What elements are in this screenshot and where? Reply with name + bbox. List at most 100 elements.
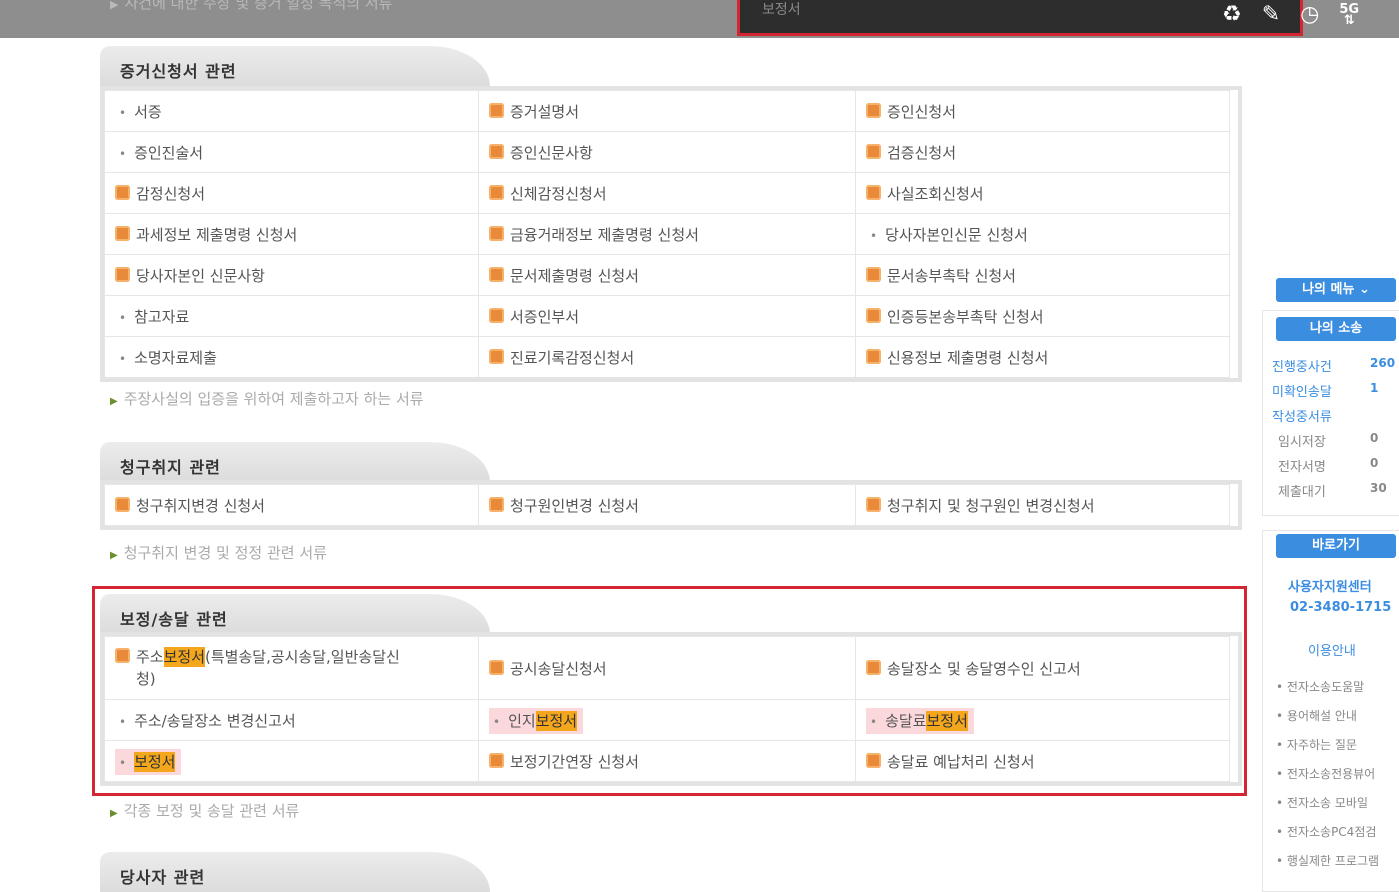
form-link-label: 당사자본인 신문사항 bbox=[136, 266, 265, 285]
guide-link[interactable]: • 전자소송 모바일 bbox=[1276, 794, 1368, 811]
document-icon bbox=[489, 184, 504, 200]
form-link[interactable]: 신체감정신청서 bbox=[478, 172, 856, 214]
stat-label[interactable]: 작성중서류 bbox=[1272, 406, 1332, 425]
bullet-icon: • bbox=[1276, 680, 1287, 694]
bullet-icon: • bbox=[119, 351, 127, 366]
form-link-label: 청구원인변경 신청서 bbox=[510, 496, 639, 515]
bullet-icon: • bbox=[1276, 796, 1287, 810]
guide-link[interactable]: • 전자소송도움말 bbox=[1276, 678, 1364, 695]
top-overlay-bar: ▶ 사건에 대한 주장 및 증거 일정 목적의 서류 보정서 ♻ ✎ ◷ 5G ⇅ bbox=[0, 0, 1399, 38]
stat-value: 0 bbox=[1370, 431, 1379, 445]
bullet-icon: • bbox=[1276, 709, 1287, 723]
document-icon bbox=[489, 496, 504, 512]
pen-icon[interactable]: ✎ bbox=[1262, 4, 1280, 26]
stat-label[interactable]: 미확인송달 bbox=[1272, 381, 1332, 400]
form-link[interactable]: 감정신청서 bbox=[104, 172, 479, 214]
form-link[interactable]: • 소명자료제출 bbox=[104, 336, 479, 378]
document-icon bbox=[866, 348, 881, 364]
form-link[interactable]: 사실조회신청서 bbox=[855, 172, 1230, 214]
guide-link-label: 행실제한 프로그램 bbox=[1286, 854, 1380, 868]
my-menu-button[interactable]: 나의 메뉴 ⌄ bbox=[1276, 278, 1396, 302]
document-icon bbox=[489, 266, 504, 282]
bullet-icon: • bbox=[1276, 825, 1287, 839]
form-link[interactable]: 진료기록감정신청서 bbox=[478, 336, 856, 378]
document-icon bbox=[489, 102, 504, 118]
guide-link[interactable]: • 행실제한 프로그램 bbox=[1276, 852, 1379, 869]
stat-label[interactable]: 제출대기 bbox=[1278, 481, 1326, 500]
section-tab: 증거신청서 관련 bbox=[100, 46, 490, 86]
form-link-label: 서증인부서 bbox=[510, 307, 580, 326]
form-link-label: 금융거래정보 제출명령 신청서 bbox=[510, 225, 699, 244]
form-link-label: 사실조회신청서 bbox=[887, 184, 984, 203]
form-link-label: 서증 bbox=[134, 102, 162, 121]
section-title: 청구취지 관련 bbox=[120, 458, 221, 477]
form-link[interactable]: 증거설명서 bbox=[478, 90, 856, 132]
toast-text: 보정서 bbox=[762, 2, 801, 18]
form-link[interactable]: 당사자본인 신문사항 bbox=[104, 254, 479, 296]
correction-note: ▶ 각종 보정 및 송달 관련 서류 bbox=[110, 802, 300, 820]
section-title: 증거신청서 관련 bbox=[120, 62, 237, 81]
document-icon bbox=[866, 307, 881, 323]
form-link[interactable]: • 당사자본인신문 신청서 bbox=[855, 213, 1230, 255]
stat-value: 260 bbox=[1370, 356, 1396, 370]
form-link[interactable]: 증인신청서 bbox=[855, 90, 1230, 132]
guide-link-label: 용어해설 안내 bbox=[1286, 709, 1357, 723]
section-title: 보정/송달 관련 bbox=[120, 610, 228, 629]
document-icon bbox=[866, 266, 881, 282]
form-link[interactable]: 문서송부촉탁 신청서 bbox=[855, 254, 1230, 296]
guide-heading[interactable]: 이용안내 bbox=[1308, 640, 1356, 659]
evidence-grid: • 서증 증거설명서 증인신청서 • 증인진술서 증인신문사항 검증신청서 감정신청서 신체감정신… bbox=[100, 86, 1242, 382]
form-link-label: 감정신청서 bbox=[136, 184, 206, 203]
form-link[interactable]: 청구원인변경 신청서 bbox=[478, 484, 856, 526]
stat-value: 0 bbox=[1370, 456, 1379, 470]
bullet-icon: • bbox=[1276, 854, 1287, 868]
form-link[interactable]: 검증신청서 bbox=[855, 131, 1230, 173]
top-hint: ▶ 사건에 대한 주장 및 증거 일정 목적의 서류 bbox=[110, 0, 393, 12]
form-link[interactable]: 증인신문사항 bbox=[478, 131, 856, 173]
section-tab: 당사자 관련 bbox=[100, 852, 490, 892]
form-link[interactable]: 인증등본송부촉탁 신청서 bbox=[855, 295, 1230, 337]
form-link[interactable]: • 증인진술서 bbox=[104, 131, 479, 173]
form-link-label: 증인진술서 bbox=[134, 143, 204, 162]
stat-label[interactable]: 임시저장 bbox=[1278, 431, 1326, 450]
evidence-note: ▶ 주장사실의 입증을 위하여 제출하고자 하는 서류 bbox=[110, 390, 424, 408]
guide-link[interactable]: • 전자소송전용뷰어 bbox=[1276, 765, 1375, 782]
document-icon bbox=[489, 348, 504, 364]
stat-label[interactable]: 전자서명 bbox=[1278, 456, 1326, 475]
form-link-label: 당사자본인신문 신청서 bbox=[885, 225, 1028, 244]
form-link[interactable]: 과세정보 제출명령 신청서 bbox=[104, 213, 479, 255]
form-link[interactable]: • 참고자료 bbox=[104, 295, 479, 337]
document-icon bbox=[115, 225, 130, 241]
guide-link-label: 전자소송 모바일 bbox=[1286, 796, 1369, 810]
form-link[interactable]: 신용정보 제출명령 신청서 bbox=[855, 336, 1230, 378]
document-icon bbox=[866, 143, 881, 159]
clock-icon[interactable]: ◷ bbox=[1300, 4, 1319, 26]
form-link-label: 검증신청서 bbox=[887, 143, 957, 162]
stat-value: 30 bbox=[1370, 481, 1387, 495]
guide-link[interactable]: • 용어해설 안내 bbox=[1276, 707, 1357, 724]
my-case-button[interactable]: 나의 소송 bbox=[1276, 317, 1396, 341]
form-link-label: 증인신청서 bbox=[887, 102, 957, 121]
form-link[interactable]: 청구취지 및 청구원인 변경신청서 bbox=[855, 484, 1230, 526]
shortcut-button[interactable]: 바로가기 bbox=[1276, 534, 1396, 558]
form-link[interactable]: 서증인부서 bbox=[478, 295, 856, 337]
guide-link[interactable]: • 자주하는 질문 bbox=[1276, 736, 1357, 753]
guide-link-label: 자주하는 질문 bbox=[1286, 738, 1357, 752]
bullet-icon: • bbox=[119, 105, 127, 120]
document-icon bbox=[866, 496, 881, 512]
form-link[interactable]: 금융거래정보 제출명령 신청서 bbox=[478, 213, 856, 255]
document-icon bbox=[489, 225, 504, 241]
guide-link[interactable]: • 전자소송PC4점검 bbox=[1276, 823, 1376, 840]
guide-link-label: 전자소송전용뷰어 bbox=[1286, 767, 1376, 781]
recycle-icon[interactable]: ♻ bbox=[1222, 4, 1242, 26]
stat-label[interactable]: 진행중사건 bbox=[1272, 356, 1332, 375]
form-link-label: 청구취지 및 청구원인 변경신청서 bbox=[887, 496, 1095, 515]
document-icon bbox=[115, 184, 130, 200]
support-center-name[interactable]: 사용자지원센터 bbox=[1288, 576, 1372, 595]
form-link[interactable]: 청구취지변경 신청서 bbox=[104, 484, 479, 526]
form-link-label: 문서송부촉탁 신청서 bbox=[887, 266, 1016, 285]
search-toast[interactable]: 보정서 bbox=[737, 0, 1303, 36]
form-link[interactable]: • 서증 bbox=[104, 90, 479, 132]
guide-link-label: 전자소송PC4점검 bbox=[1286, 825, 1377, 839]
form-link[interactable]: 문서제출명령 신청서 bbox=[478, 254, 856, 296]
